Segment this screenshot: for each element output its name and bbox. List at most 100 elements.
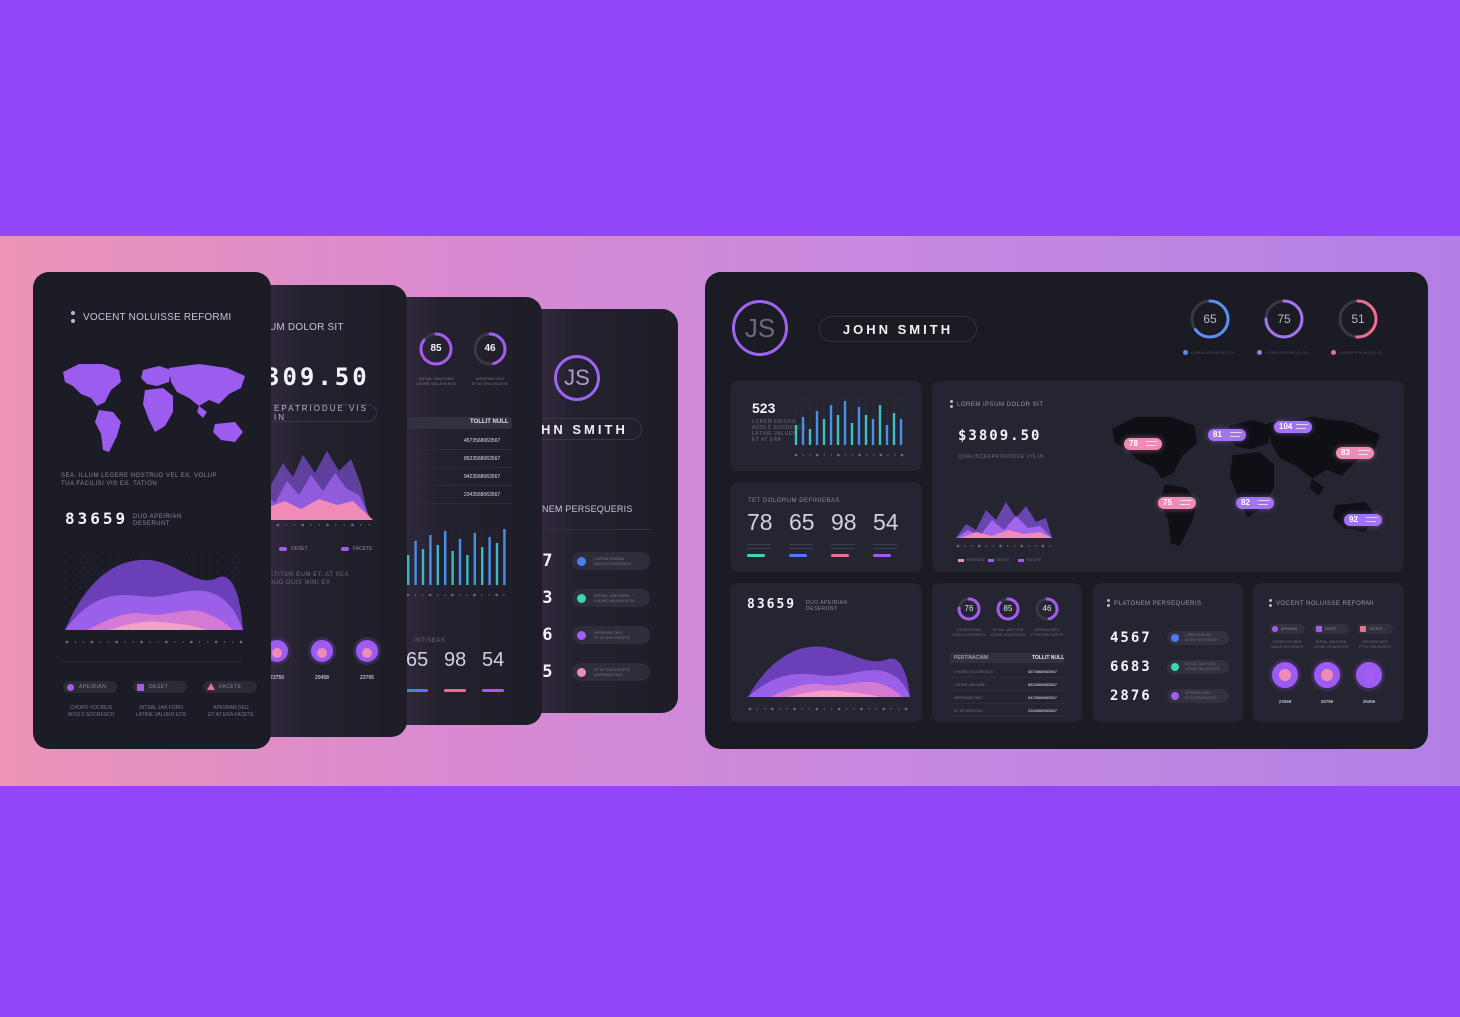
- axis-tick: [488, 594, 490, 596]
- bar: [503, 529, 506, 585]
- row-value: 6683: [1110, 659, 1152, 675]
- big-number-label-2: DESERUNT: [806, 606, 838, 612]
- map-location-tag[interactable]: 92: [1344, 514, 1382, 526]
- avatar[interactable]: JS: [732, 300, 788, 356]
- wave-chart-card: 83659 DUO APEIRIAN DESERUNT: [730, 583, 922, 722]
- legend-item[interactable]: APEIRIAN: [1269, 624, 1305, 634]
- axis-tick: [157, 641, 159, 643]
- grid-dot: [224, 561, 226, 563]
- stat-value: 65: [406, 649, 429, 671]
- map-location-tag[interactable]: 75: [1158, 497, 1196, 509]
- axis-tick: [436, 594, 439, 596]
- table-cell: 9423568063567: [464, 474, 501, 480]
- row-divider: [950, 716, 1064, 717]
- table-cell: APEIRIAN DEG: [954, 695, 983, 700]
- grid-dot: [193, 561, 195, 563]
- bar: [808, 429, 812, 445]
- map-location-tag[interactable]: 81: [1208, 429, 1246, 441]
- grid-dot: [186, 543, 188, 545]
- stat-caption-line: [789, 548, 813, 549]
- table-cell: 8523568063567: [464, 456, 501, 462]
- gauge-value: 51: [1351, 312, 1365, 326]
- grid-dot: [224, 543, 226, 545]
- tag-value: 78: [1129, 439, 1138, 448]
- row-pill[interactable]: INTSAL JAN FORN LATINE VALUEN EOS: [1167, 660, 1229, 674]
- tag-caption-line: [1296, 424, 1308, 425]
- circle-icon: [67, 684, 74, 691]
- stat-caption-line: [747, 544, 771, 545]
- grid-dot: [64, 570, 66, 572]
- caption-line-2: DUO DUIS MINI EX: [269, 580, 331, 586]
- row-pill[interactable]: INTSAL JAN FORN LATINE VALUEN EOS: [572, 589, 650, 607]
- legend-item[interactable]: DESET: [133, 681, 187, 693]
- axis-tick: [414, 594, 417, 596]
- axis-tick: [865, 454, 868, 456]
- ring-label: 26456: [1362, 699, 1376, 704]
- ring-label: 26786: [1320, 699, 1334, 704]
- big-number: 83659: [747, 597, 797, 612]
- legend-item[interactable]: FACETE: [203, 681, 257, 693]
- axis-tick: [823, 708, 825, 710]
- axis-tick: [1049, 545, 1051, 547]
- section-divider: [540, 529, 650, 530]
- vertical-dots-icon[interactable]: [1269, 599, 1272, 607]
- grid-dot: [64, 606, 66, 608]
- vertical-dots-icon[interactable]: [1107, 599, 1110, 607]
- rings-card: VOCENT NOLUISSE REFORMI APEIRIAN CHORO VO…: [1253, 583, 1404, 722]
- amount-subtitle: EPATRIODUE VIS IN: [274, 404, 368, 422]
- row-pill[interactable]: APEIRIAN DEG ET AT ERA FACETE: [1167, 689, 1229, 703]
- gauge-caption: LATINE VALUEN EOS: [415, 381, 457, 386]
- map-location-tag[interactable]: 78: [1124, 438, 1162, 450]
- legend-item[interactable]: APEIRIAN: [63, 681, 117, 693]
- axis-tick: [815, 707, 819, 711]
- gauge-value: 85: [430, 343, 442, 354]
- legend-label: APEIRIAN: [79, 684, 107, 690]
- map-location-tag[interactable]: 82: [1236, 497, 1274, 509]
- grid-dot: [170, 561, 172, 563]
- table-header-2: TOLLIT NULL: [1032, 655, 1065, 661]
- grid-dot: [72, 597, 74, 599]
- gauge-label: LOREM IPSUM DOLOR: [1339, 350, 1383, 355]
- tag-value: 83: [1341, 448, 1350, 457]
- grid-dot: [64, 561, 66, 563]
- map-location-tag[interactable]: 104: [1274, 421, 1312, 433]
- row-pill[interactable]: APEIRIAN DEG ET AT ERA FACETE: [572, 626, 650, 644]
- vertical-dots-icon[interactable]: [950, 400, 953, 408]
- bar-chart-card: 523 LOREM ERIUSA ADOLS SOCRESCH LATINE V…: [730, 381, 922, 471]
- gauge-caption: INTSAL JAN FORN: [992, 628, 1024, 632]
- stat-value: 65: [789, 509, 815, 535]
- axis-tick: [764, 708, 766, 710]
- status-dot: [577, 631, 586, 640]
- card-header: LOREM IPSUM DOLOR SIT: [957, 402, 1044, 408]
- gauge-value: 76: [964, 604, 974, 613]
- axis-tick: [956, 544, 960, 548]
- row-pill[interactable]: LOREM ERIUSA ADOLS SOCRESCH: [572, 552, 650, 570]
- desktop-dashboard: JS JOHN SMITH 65 LOREM IPSUM DOLOR 75 LOREM…: [705, 272, 1428, 749]
- grid-dot: [201, 543, 203, 545]
- footer-caption: CHORO VOCIBUS: [69, 705, 113, 711]
- legend-item[interactable]: FACETE: [1357, 624, 1393, 634]
- axis-tick: [74, 641, 76, 643]
- ring-center: [272, 648, 282, 658]
- grid-dot: [231, 552, 233, 554]
- tag-value: 92: [1349, 515, 1358, 524]
- row-pill[interactable]: LOREM ERIUSA ADOLS SOCRESCH: [1167, 631, 1229, 645]
- axis-tick: [992, 545, 995, 547]
- tag-caption-line: [1146, 445, 1156, 446]
- row-pill[interactable]: ET AT ERA FACETE APEIRIAN DEG: [572, 663, 650, 681]
- card-header: PLATONEM PERSEQUERIS: [1114, 601, 1202, 607]
- tag-caption-line: [1258, 500, 1270, 501]
- stat-bar: [406, 689, 428, 692]
- axis-tick: [451, 593, 454, 597]
- axis-tick: [999, 544, 1002, 548]
- legend-item[interactable]: DESET: [1313, 624, 1349, 634]
- legend-label: DESET: [996, 557, 1010, 562]
- bar: [822, 419, 826, 445]
- map-location-tag[interactable]: 83: [1336, 447, 1374, 459]
- axis-tick: [985, 545, 988, 547]
- stat-bar: [444, 689, 466, 692]
- vertical-dots-icon[interactable]: [71, 311, 75, 323]
- bars-number: 523: [752, 400, 776, 416]
- avatar[interactable]: JS: [554, 355, 600, 401]
- grid-dot: [87, 570, 89, 572]
